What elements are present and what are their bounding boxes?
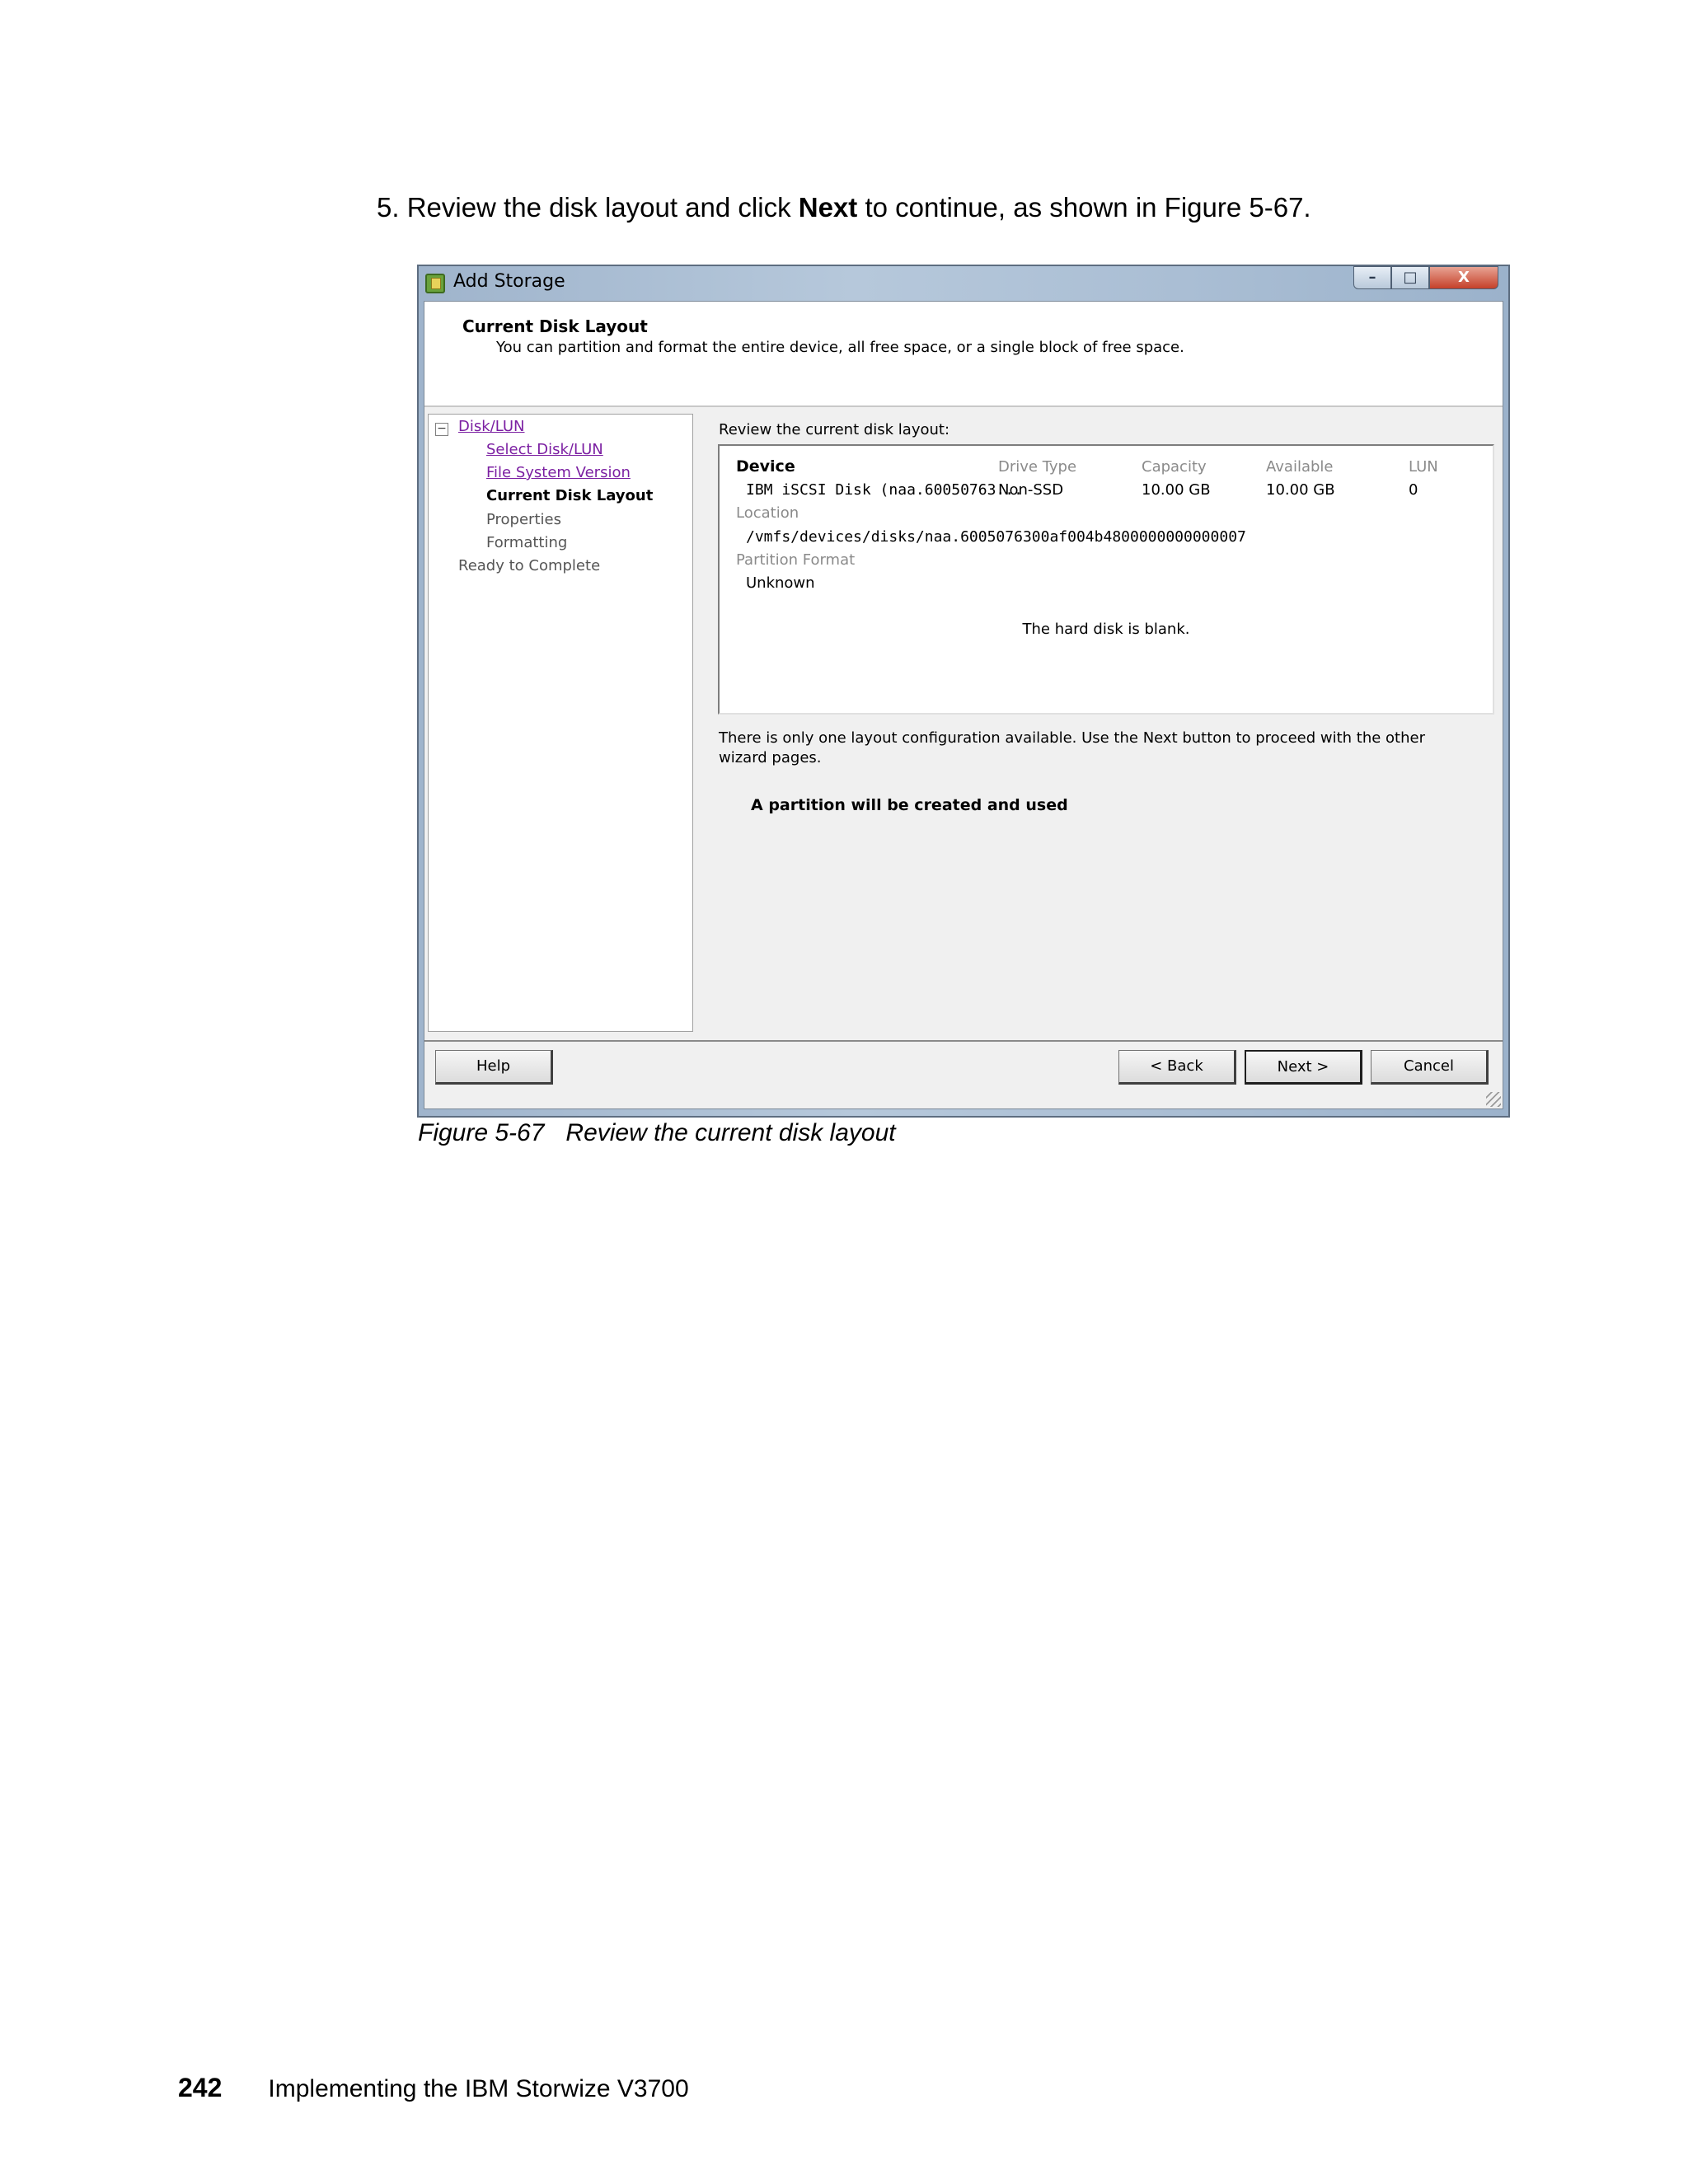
book-title: Implementing the IBM Storwize V3700 xyxy=(268,2075,689,2102)
close-icon: X xyxy=(1458,269,1470,286)
wizard-step-description: You can partition and format the entire … xyxy=(496,339,1184,356)
collapse-toggle-icon[interactable]: − xyxy=(435,423,448,436)
column-header-lun: LUN xyxy=(1409,458,1438,476)
nav-item-file-system-version[interactable]: File System Version xyxy=(486,464,631,481)
window-title: Add Storage xyxy=(453,271,565,292)
next-button[interactable]: Next > xyxy=(1245,1050,1362,1085)
nav-item-properties: Properties xyxy=(486,511,561,528)
available-value: 10.00 GB xyxy=(1266,481,1335,499)
close-button[interactable]: X xyxy=(1429,266,1498,289)
drive-type-value: Non-SSD xyxy=(998,481,1064,499)
dialog-client-area: Current Disk Layout You can partition an… xyxy=(424,301,1503,1109)
column-header-available: Available xyxy=(1266,458,1334,476)
maximize-button[interactable]: □ xyxy=(1391,266,1429,289)
minimize-icon: – xyxy=(1368,269,1376,286)
location-value: /vmfs/devices/disks/naa.6005076300af004b… xyxy=(746,528,1246,546)
lun-value: 0 xyxy=(1409,481,1418,499)
nav-item-ready-to-complete: Ready to Complete xyxy=(458,557,601,574)
column-header-capacity: Capacity xyxy=(1142,458,1207,476)
help-button[interactable]: Help xyxy=(435,1050,553,1085)
minimize-button[interactable]: – xyxy=(1353,266,1391,289)
figure-label: Figure 5-67 xyxy=(418,1119,545,1146)
wizard-nav-pane: − Disk/LUN Select Disk/LUN File System V… xyxy=(428,414,693,1032)
partition-note: A partition will be created and used xyxy=(751,796,1068,814)
nav-item-current-disk-layout: Current Disk Layout xyxy=(486,487,654,504)
wizard-step-title: Current Disk Layout xyxy=(462,316,648,336)
nav-item-disk-lun[interactable]: Disk/LUN xyxy=(458,418,525,435)
back-button[interactable]: < Back xyxy=(1118,1050,1236,1085)
location-label: Location xyxy=(736,504,799,522)
partition-format-value: Unknown xyxy=(746,574,815,592)
step-text-bold: Next xyxy=(798,192,858,223)
disk-layout-panel: Device Drive Type Capacity Available LUN… xyxy=(718,444,1494,715)
figure-title: Review the current disk layout xyxy=(565,1119,896,1146)
button-bar: Help < Back Next > Cancel xyxy=(424,1040,1503,1108)
partition-format-label: Partition Format xyxy=(736,551,856,569)
blank-disk-message: The hard disk is blank. xyxy=(1022,621,1190,638)
layout-info-text: There is only one layout configuration a… xyxy=(719,729,1425,766)
title-bar[interactable]: Add Storage – □ X xyxy=(419,266,1508,301)
add-storage-window: Add Storage – □ X Current Disk Layout Yo… xyxy=(417,265,1510,1118)
resize-grip-icon[interactable] xyxy=(1486,1092,1501,1107)
column-header-drive-type: Drive Type xyxy=(998,458,1077,476)
storage-wizard-icon xyxy=(425,274,445,293)
column-header-device: Device xyxy=(736,457,795,476)
step-text-suffix: to continue, as shown in Figure 5-67. xyxy=(857,192,1311,223)
nav-item-select-disk-lun[interactable]: Select Disk/LUN xyxy=(486,441,603,458)
wizard-header: Current Disk Layout You can partition an… xyxy=(424,302,1503,407)
page-footer: 242 Implementing the IBM Storwize V3700 xyxy=(178,2073,689,2103)
step-text-prefix: 5. Review the disk layout and click xyxy=(377,192,799,223)
maximize-icon: □ xyxy=(1403,269,1418,286)
cancel-button[interactable]: Cancel xyxy=(1371,1050,1489,1085)
device-name: IBM iSCSI Disk (naa.60050763... xyxy=(746,481,1023,499)
page-number: 242 xyxy=(178,2073,223,2102)
figure-caption: Figure 5-67 Review the current disk layou… xyxy=(418,1119,896,1147)
step-instruction: 5. Review the disk layout and click Next… xyxy=(377,188,1311,227)
nav-item-formatting: Formatting xyxy=(486,534,568,551)
capacity-value: 10.00 GB xyxy=(1142,481,1211,499)
review-label: Review the current disk layout: xyxy=(719,421,950,438)
